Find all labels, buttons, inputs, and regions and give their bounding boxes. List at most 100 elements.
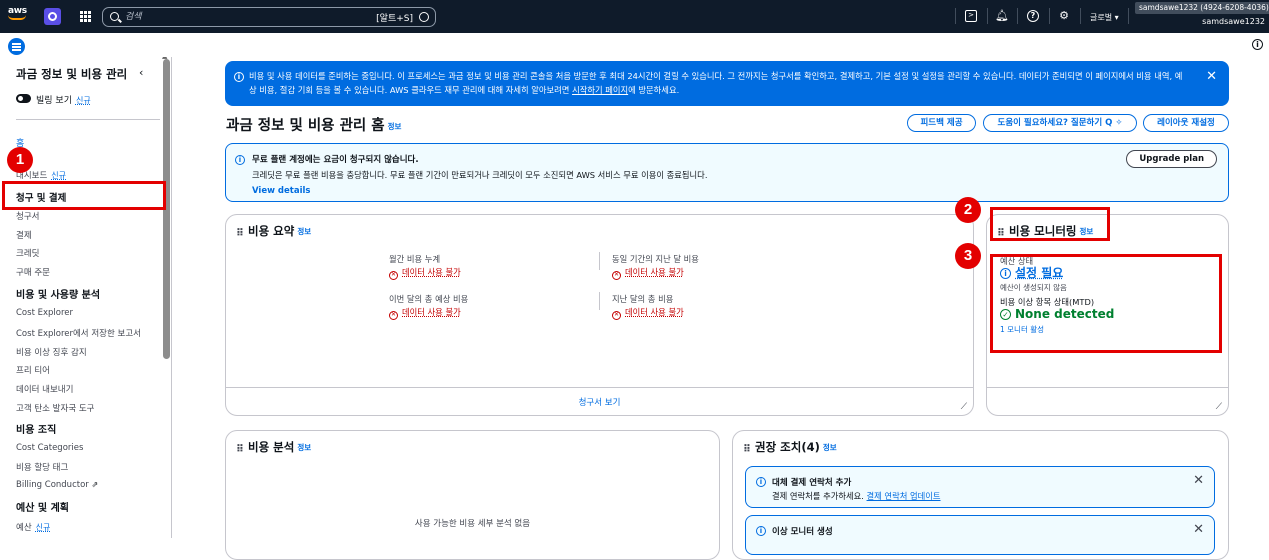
close-icon[interactable]: ✕ xyxy=(1206,70,1217,84)
info-icon: i xyxy=(756,526,766,536)
page-title: 과금 정보 및 비용 관리 홈 정보 xyxy=(226,118,402,134)
drag-handle-icon[interactable]: ⠿ xyxy=(743,444,751,455)
billing-view-toggle[interactable] xyxy=(16,94,31,103)
bell-icon[interactable]: 🔔︎ xyxy=(995,10,1009,22)
cloudshell-icon[interactable]: > xyxy=(965,10,977,22)
recommendation-title: 대체 결제 연락처 추가 xyxy=(772,478,852,488)
help-icon[interactable]: ? xyxy=(1027,10,1039,22)
aws-logo[interactable]: aws xyxy=(8,6,30,26)
annotation-box-1 xyxy=(2,181,166,210)
empty-state: 사용 가능한 비용 세부 분석 없음 xyxy=(414,519,531,529)
card-title: 비용 요약 정보 xyxy=(248,224,312,238)
account-id: samdsawe1232 (4924-6208-4036) xyxy=(1139,3,1269,12)
sidebar-item-payments[interactable]: 결제 xyxy=(16,229,32,241)
aws-logo-text: aws xyxy=(8,6,27,16)
sparkle-icon: ✧ xyxy=(1115,117,1123,128)
ask-question-button[interactable]: 도움이 필요하세요? 질문하기 Q ✧ xyxy=(983,114,1137,132)
gear-icon[interactable]: ⚙ xyxy=(1058,10,1070,22)
cost-summary-card: ⠿ 비용 요약 정보 청구서 보기 ⟋ xyxy=(225,214,974,416)
update-contact-link[interactable]: 결제 연락처 업데이트 xyxy=(867,491,941,501)
annotation-marker-2: 2 xyxy=(955,197,981,223)
upgrade-plan-button[interactable]: Upgrade plan xyxy=(1126,150,1217,168)
drag-handle-icon[interactable]: ⠿ xyxy=(236,228,244,239)
sidebar-item-anomaly-detection[interactable]: 비용 이상 징후 감지 xyxy=(16,346,87,358)
sidebar-item-invoices[interactable]: 청구서 xyxy=(16,210,39,222)
sidebar-item-cost-categories[interactable]: Cost Categories xyxy=(16,443,83,453)
error-icon: ✕ xyxy=(389,271,398,280)
recommendation-item: i 이상 모니터 생성 ✕ xyxy=(745,515,1215,555)
recommendation-title: 이상 모니터 생성 xyxy=(772,527,833,537)
error-icon: ✕ xyxy=(612,271,621,280)
feedback-button[interactable]: 피드백 제공 xyxy=(907,114,976,132)
info-link[interactable]: 정보 xyxy=(297,443,311,452)
card-title: 권장 조치(4) 정보 xyxy=(755,440,837,454)
reset-layout-button[interactable]: 레이아웃 재설정 xyxy=(1143,114,1229,132)
info-icon[interactable]: i xyxy=(1252,39,1263,50)
collapse-sidebar-icon[interactable]: ‹ xyxy=(139,66,143,79)
card-title: 비용 분석 정보 xyxy=(248,440,312,454)
sidebar-heading-analysis: 비용 및 사용량 분석 xyxy=(16,290,101,301)
drag-handle-icon[interactable]: ⠿ xyxy=(236,444,244,455)
metric-label: 월간 비용 누계 xyxy=(389,254,441,264)
account-name: samdsawe1232 xyxy=(1202,17,1265,26)
sidebar-item-cost-explorer[interactable]: Cost Explorer xyxy=(16,308,73,318)
alert-title: 무료 플랜 계정에는 요금이 청구되지 않습니다. xyxy=(252,155,419,165)
sidebar: 과금 정보 및 비용 관리 ‹ 빌링 보기 신규 홈 대시보드 신규 청구 및 결제… xyxy=(0,57,172,538)
chevron-down-icon: ▾ xyxy=(1114,13,1119,22)
annotation-marker-1: 1 xyxy=(7,147,33,173)
service-icon[interactable] xyxy=(44,8,61,25)
error-icon: ✕ xyxy=(389,311,398,320)
annotation-marker-3: 3 xyxy=(955,243,981,269)
sidebar-item-saved-reports[interactable]: Cost Explorer에서 저장한 보고서 xyxy=(16,327,141,339)
sidebar-item-carbon-footprint[interactable]: 고객 탄소 발자국 도구 xyxy=(16,402,95,414)
info-link[interactable]: 정보 xyxy=(823,443,837,452)
close-icon[interactable]: ✕ xyxy=(1193,473,1204,488)
metric-label: 동일 기간의 지난 달 비용 xyxy=(612,254,699,264)
view-details-link[interactable]: View details xyxy=(252,186,1228,196)
new-badge: 신규 xyxy=(51,171,67,180)
close-icon[interactable]: ✕ xyxy=(1193,522,1204,537)
region-selector[interactable]: 글로벌 ▾ xyxy=(1090,12,1119,23)
apps-grid-icon[interactable] xyxy=(80,11,91,22)
metric-label: 이번 달의 총 예상 비용 xyxy=(389,294,469,304)
info-link[interactable]: 정보 xyxy=(297,227,311,236)
info-icon: i xyxy=(235,155,245,165)
sidebar-item-allocation-tags[interactable]: 비용 할당 태그 xyxy=(16,461,68,473)
annotation-box-3 xyxy=(990,254,1222,353)
sidebar-item-budgets[interactable]: 예산 신규 xyxy=(16,521,50,533)
metric-label: 지난 달의 총 비용 xyxy=(612,294,674,304)
search-input[interactable] xyxy=(125,10,325,24)
sidebar-item-data-exports[interactable]: 데이터 내보내기 xyxy=(16,383,73,395)
view-bills-link[interactable]: 청구서 보기 xyxy=(226,396,973,408)
error-icon: ✕ xyxy=(612,311,621,320)
info-icon: i xyxy=(756,477,766,487)
search-shortcut: [알트+S] xyxy=(376,14,413,24)
data-unavailable: ✕ 데이터 사용 불가 xyxy=(389,267,461,280)
sidebar-item-billing-conductor[interactable]: Billing Conductor ⇗ xyxy=(16,480,98,490)
recommendation-desc: 결제 연락처를 추가하세요. 결제 연락처 업데이트 xyxy=(772,491,941,501)
sidebar-item-purchase-orders[interactable]: 구매 주문 xyxy=(16,266,50,278)
cost-analysis-card: ⠿ 비용 분석 정보 사용 가능한 비용 세부 분석 없음 xyxy=(225,430,720,560)
sidebar-item-credits[interactable]: 크레딧 xyxy=(16,247,39,259)
annotation-box-2 xyxy=(990,207,1110,241)
data-unavailable: ✕ 데이터 사용 불가 xyxy=(389,307,461,320)
menu-icon[interactable] xyxy=(8,38,25,55)
new-badge: 신규 xyxy=(35,523,51,532)
resize-handle-icon[interactable]: ⟋ xyxy=(961,402,967,412)
account-menu[interactable]: samdsawe1232 (4924-6208-4036) ▾ xyxy=(1135,2,1269,14)
free-plan-alert: i 무료 플랜 계정에는 요금이 청구되지 않습니다. 크레딧은 무료 플랜 비… xyxy=(225,143,1229,202)
data-unavailable: ✕ 데이터 사용 불가 xyxy=(612,267,684,280)
search-bar[interactable]: [알트+S] xyxy=(102,7,436,27)
alert-body: 크레딧은 무료 플랜 비용을 충당합니다. 무료 플랜 기간이 만료되거나 크레… xyxy=(252,170,708,180)
sidebar-title: 과금 정보 및 비용 관리 xyxy=(16,67,128,81)
top-navigation: aws [알트+S] > 🔔︎ ? ⚙ 글로벌 ▾ samdsawe1232 (… xyxy=(0,0,1269,33)
getting-started-link[interactable]: 시작하기 페이지 xyxy=(572,85,628,95)
resize-handle-icon[interactable]: ⟋ xyxy=(1216,402,1222,412)
data-unavailable: ✕ 데이터 사용 불가 xyxy=(612,307,684,320)
sidebar-heading-cost-org: 비용 조직 xyxy=(16,425,57,436)
search-icon xyxy=(110,12,119,21)
clear-search-icon[interactable] xyxy=(419,12,429,22)
sidebar-item-free-tier[interactable]: 프리 티어 xyxy=(16,364,50,376)
info-link[interactable]: 정보 xyxy=(388,122,402,131)
info-icon: i xyxy=(234,72,244,82)
